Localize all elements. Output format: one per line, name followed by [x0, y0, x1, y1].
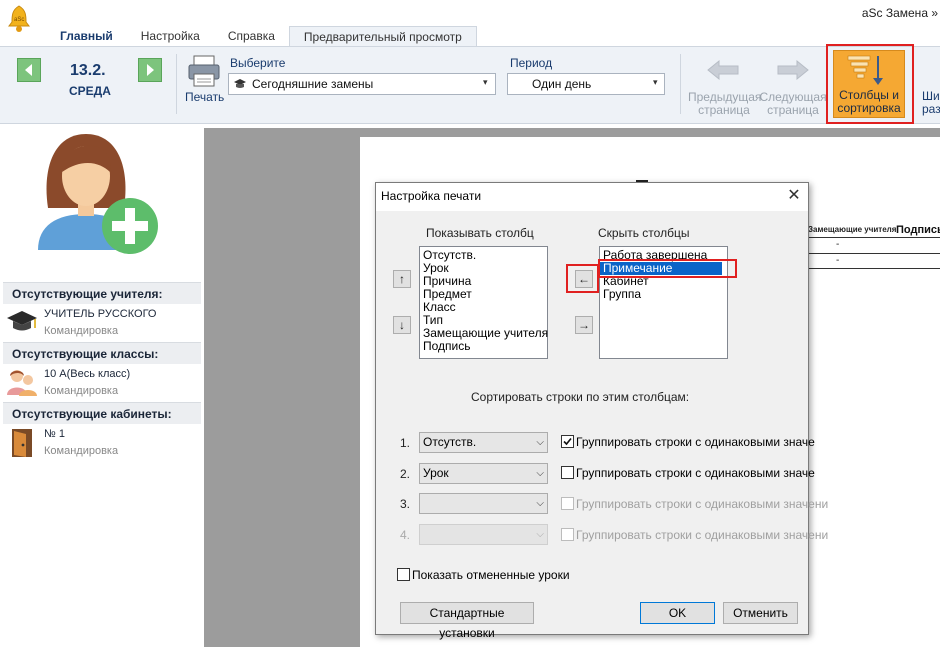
ok-button[interactable]: OK [640, 602, 715, 624]
hide-columns-label: Скрыть столбцы [598, 226, 690, 240]
date-day: 13.2. [70, 62, 106, 79]
title-bar [0, 0, 940, 26]
print-button-label[interactable]: Печать [185, 90, 224, 104]
date-weekday: СРЕДА [69, 84, 111, 98]
period-label: Период [510, 56, 553, 70]
absent-teacher-name[interactable]: УЧИТЕЛЬ РУССКОГО [44, 308, 156, 320]
show-cancelled-checkbox[interactable] [397, 568, 410, 581]
sort-column-select[interactable]: Урок ⌵ [419, 463, 548, 484]
printer-icon[interactable] [186, 54, 222, 88]
chevron-down-icon: ⌵ [536, 498, 544, 509]
graduation-cap-icon [6, 308, 38, 336]
group-checkbox[interactable] [561, 528, 574, 541]
show-column-highlight [566, 264, 599, 293]
absent-room-name[interactable]: № 1 [44, 428, 65, 440]
move-down-button[interactable]: ↓ [393, 316, 411, 334]
chevron-down-icon: ⌵ [536, 468, 544, 479]
more-button[interactable]: Ши размер [922, 90, 940, 116]
prev-day-button[interactable] [17, 58, 41, 82]
group-checkbox-label: Группировать строки с одинаковыми значен… [576, 528, 829, 542]
group-checkbox-label: Группировать строки с одинаковыми значе [576, 466, 815, 480]
next-day-button[interactable] [138, 58, 162, 82]
col-substitute-header: Замещающие учителя [808, 225, 897, 234]
table-line [808, 268, 940, 269]
arrow-left-icon [25, 64, 32, 76]
students-icon [6, 367, 38, 397]
add-teacher-avatar-icon[interactable] [34, 128, 164, 258]
more-label-2: размер [922, 102, 940, 116]
door-icon [8, 427, 38, 459]
close-icon[interactable]: ✕ [784, 186, 804, 206]
show-columns-label: Показывать столбц [426, 226, 534, 240]
selected-item-highlight [598, 259, 737, 278]
absent-teachers-header: Отсутствующие учителя: [3, 282, 201, 304]
shown-columns-list[interactable]: Отсутств. Урок Причина Предмет Класс Тип… [419, 246, 548, 359]
table-cell: - [836, 255, 840, 266]
ribbon-separator [176, 54, 177, 114]
checkmark-icon [563, 437, 572, 446]
bell-text: aSc [14, 17, 24, 23]
defaults-button[interactable]: Стандартные установки [400, 602, 534, 640]
ribbon-tabs: Главный Настройка Справка Предварительны… [46, 26, 477, 46]
ribbon-separator [680, 54, 681, 114]
chevron-down-icon: ⌵ [536, 529, 544, 540]
select-label: Выберите [230, 56, 286, 70]
sort-number: 1. [400, 436, 411, 450]
table-line [808, 253, 940, 254]
prev-page-arrow-icon [706, 58, 740, 82]
absent-teacher-reason: Командировка [44, 325, 119, 337]
sort-column-select[interactable]: Отсутств. ⌵ [419, 432, 548, 453]
sort-number: 2. [400, 467, 411, 481]
sort-number: 4. [400, 528, 411, 542]
prev-page-button[interactable]: Предыдущая страница [688, 91, 761, 117]
absent-classes-header: Отсутствующие классы: [3, 342, 201, 364]
next-page-button[interactable]: Следующая страница [757, 91, 829, 117]
app-bell-icon[interactable]: aSc [6, 4, 32, 34]
chevron-down-icon: ⌵ [536, 437, 544, 448]
next-page-label-2: страница [767, 103, 819, 117]
sort-column-select[interactable]: ⌵ [419, 493, 548, 514]
table-line [808, 237, 940, 238]
dialog-title: Настройка печати [381, 189, 482, 203]
absent-class-reason: Командировка [44, 385, 119, 397]
table-cell: - [836, 239, 840, 250]
report-select-value: Сегодняшние замены [252, 77, 374, 91]
sort-column-value: Урок [423, 466, 449, 480]
group-checkbox-label: Группировать строки с одинаковыми значе [576, 435, 815, 449]
sort-number: 3. [400, 497, 411, 511]
move-up-button[interactable]: ↑ [393, 270, 411, 288]
columns-sort-label-2: сортировка [837, 101, 901, 115]
chevron-down-icon: ▾ [653, 77, 658, 87]
show-cancelled-label: Показать отмененные уроки [412, 568, 570, 582]
tab-settings[interactable]: Настройка [127, 26, 214, 46]
cancel-button[interactable]: Отменить [723, 602, 798, 624]
sort-column-select[interactable]: ⌵ [419, 524, 548, 545]
group-checkbox-label: Группировать строки с одинаковыми значен… [576, 497, 829, 511]
tab-help[interactable]: Справка [214, 26, 289, 46]
list-item[interactable]: Группа [600, 288, 727, 301]
col-sign-header: Подпись [896, 224, 940, 236]
columns-sort-icon [846, 53, 892, 89]
period-select-value: Один день [532, 77, 592, 91]
arrow-right-icon [147, 64, 154, 76]
tab-main[interactable]: Главный [46, 26, 127, 46]
columns-sort-label: Столбцы и сортировка [833, 89, 905, 115]
group-checkbox[interactable] [561, 466, 574, 479]
group-checkbox[interactable] [561, 435, 574, 448]
tab-preview[interactable]: Предварительный просмотр [288, 26, 477, 46]
next-page-arrow-icon [776, 58, 810, 82]
list-item[interactable]: Подпись [420, 340, 547, 353]
absent-room-reason: Командировка [44, 445, 119, 457]
hide-column-button[interactable]: → [575, 316, 593, 334]
prev-page-label-2: страница [698, 103, 750, 117]
sort-label: Сортировать строки по этим столбцам: [471, 390, 690, 404]
graduation-cap-icon [233, 78, 247, 90]
sort-column-value: Отсутств. [423, 435, 477, 449]
absent-rooms-header: Отсутствующие кабинеты: [3, 402, 201, 424]
absent-class-name[interactable]: 10 А(Весь класс) [44, 368, 130, 380]
app-title: aSc Замена » [861, 6, 938, 20]
group-checkbox[interactable] [561, 497, 574, 510]
chevron-down-icon: ▾ [483, 77, 488, 87]
